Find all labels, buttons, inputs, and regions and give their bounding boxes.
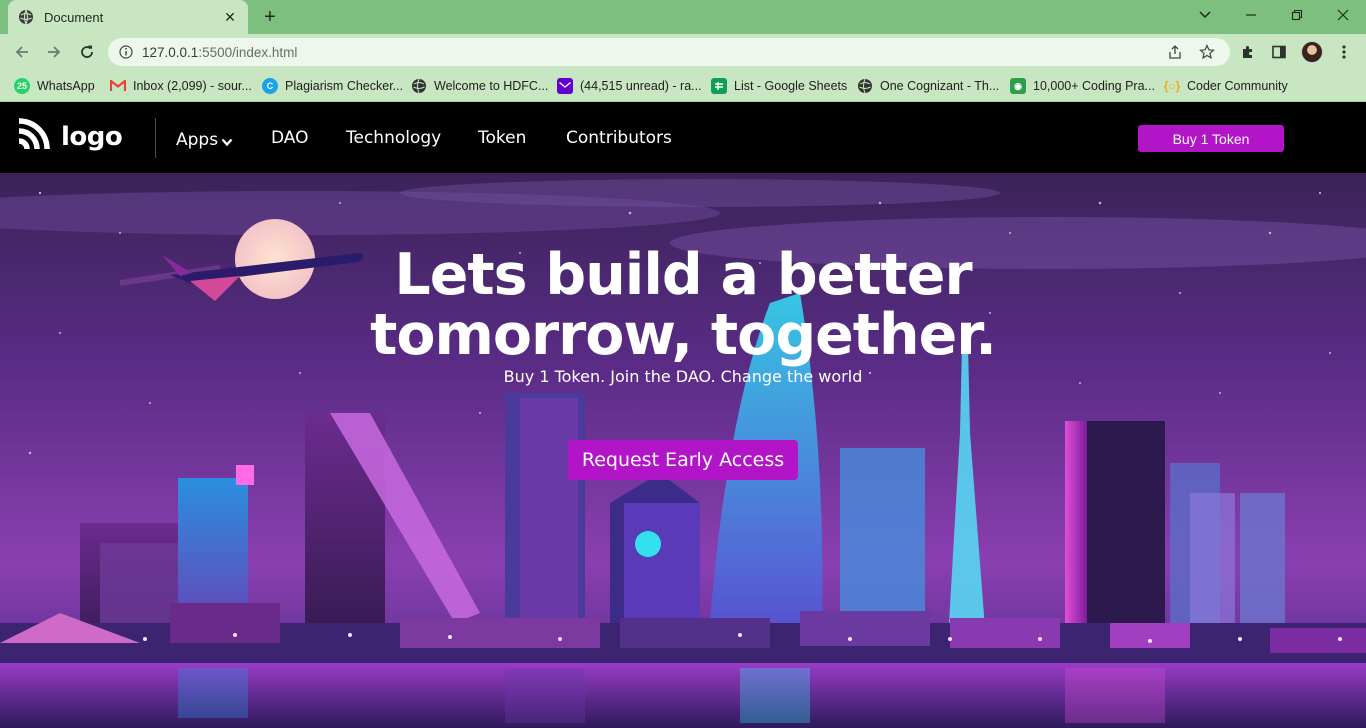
logo-text: logo: [61, 122, 123, 152]
yahoo-mail-icon: [557, 78, 573, 94]
url-host: 127.0.0.1: [142, 44, 199, 60]
site-logo[interactable]: logo: [15, 117, 123, 158]
bookmark-item[interactable]: List - Google Sheets: [711, 77, 847, 95]
bookmarks-bar: 25 WhatsApp Inbox (2,099) - sour... C Pl…: [0, 70, 1366, 102]
address-bar[interactable]: 127.0.0.1:5500/index.html: [108, 38, 1230, 66]
bookmark-item[interactable]: ◉ 10,000+ Coding Pra...: [1010, 77, 1155, 95]
browser-tab-strip: Document ✕ +: [0, 0, 1366, 34]
chevron-down-icon: [221, 132, 233, 152]
plagiarism-checker-icon: C: [262, 78, 278, 94]
browser-tab[interactable]: Document ✕: [8, 0, 248, 34]
tab-search-chevron-icon[interactable]: [1182, 0, 1228, 30]
globe-icon: [411, 78, 427, 94]
new-tab-button[interactable]: +: [258, 6, 282, 28]
feed-logo-icon: [15, 117, 51, 158]
profile-avatar[interactable]: [1301, 41, 1323, 63]
back-button[interactable]: [9, 40, 35, 64]
bookmark-label: (44,515 unread) - ra...: [580, 79, 702, 93]
restore-button[interactable]: [1274, 0, 1320, 30]
bookmark-star-icon[interactable]: [1198, 44, 1216, 60]
tab-title: Document: [44, 9, 104, 25]
hero-headline-line2: tomorrow, together.: [370, 302, 997, 368]
nav-token[interactable]: Token: [478, 128, 526, 148]
whatsapp-icon: 25: [14, 78, 30, 94]
hero-subheadline: Buy 1 Token. Join the DAO. Change the wo…: [503, 367, 863, 386]
bookmark-label: Plagiarism Checker...: [285, 79, 404, 93]
bookmark-label: WhatsApp: [37, 79, 95, 93]
globe-icon: [18, 9, 34, 25]
bookmark-item[interactable]: One Cognizant - Th...: [857, 77, 999, 95]
nav-divider: [155, 118, 156, 158]
close-window-button[interactable]: [1320, 0, 1366, 30]
bookmark-item[interactable]: {○} Coder Community: [1164, 77, 1288, 95]
url-path: :5500/index.html: [198, 44, 298, 60]
hero-section: Lets build a better tomorrow, together. …: [0, 173, 1366, 728]
nav-apps-label: Apps: [176, 130, 219, 150]
google-sheets-icon: [711, 78, 727, 94]
hero-headline-line1: Lets build a better: [394, 242, 972, 308]
hero-headline: Lets build a better tomorrow, together.: [0, 245, 1366, 365]
bookmark-item[interactable]: C Plagiarism Checker...: [262, 77, 403, 95]
site-info-icon[interactable]: [118, 44, 134, 60]
bookmark-item[interactable]: Welcome to HDFC...: [411, 77, 548, 95]
nav-technology[interactable]: Technology: [346, 128, 441, 148]
reload-button[interactable]: [74, 40, 100, 64]
coder-community-icon: {○}: [1163, 79, 1181, 93]
coding-practice-icon: ◉: [1010, 78, 1026, 94]
bookmark-label: List - Google Sheets: [734, 79, 848, 93]
request-early-access-button[interactable]: Request Early Access: [568, 440, 798, 480]
nav-dao[interactable]: DAO: [271, 128, 309, 148]
bookmark-item[interactable]: 25 WhatsApp: [14, 77, 95, 95]
nav-apps[interactable]: Apps: [176, 128, 233, 152]
extensions-icon[interactable]: [1238, 42, 1258, 62]
side-panel-icon[interactable]: [1269, 42, 1289, 62]
browser-toolbar: 127.0.0.1:5500/index.html: [0, 34, 1366, 70]
minimize-button[interactable]: [1228, 0, 1274, 30]
bookmark-label: One Cognizant - Th...: [880, 79, 1000, 93]
gmail-icon: [110, 78, 126, 94]
bookmark-label: Welcome to HDFC...: [434, 79, 549, 93]
share-icon[interactable]: [1166, 44, 1184, 60]
bookmark-label: Coder Community: [1187, 79, 1288, 93]
bookmark-item[interactable]: Inbox (2,099) - sour...: [110, 77, 252, 95]
bookmark-label: 10,000+ Coding Pra...: [1033, 79, 1155, 93]
browser-menu-icon[interactable]: [1334, 42, 1354, 62]
buy-token-button[interactable]: Buy 1 Token: [1138, 125, 1284, 152]
close-tab-icon[interactable]: ✕: [222, 9, 238, 25]
globe-icon: [857, 78, 873, 94]
bookmark-item[interactable]: (44,515 unread) - ra...: [557, 77, 702, 95]
site-navbar: logo Apps DAO Technology Token Contribut…: [0, 103, 1366, 173]
forward-button[interactable]: [41, 40, 67, 64]
bookmark-label: Inbox (2,099) - sour...: [133, 79, 252, 93]
url-text: 127.0.0.1:5500/index.html: [142, 45, 297, 60]
nav-contributors[interactable]: Contributors: [566, 128, 672, 148]
